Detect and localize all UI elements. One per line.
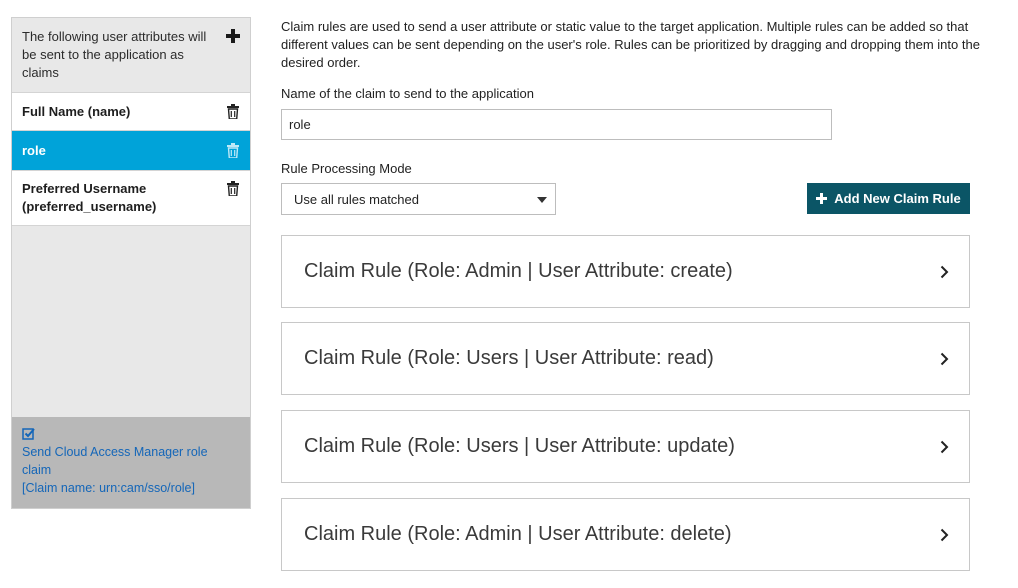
chevron-right-icon — [940, 528, 949, 542]
attributes-header-text: The following user attributes will be se… — [22, 29, 207, 80]
rule-processing-mode-select[interactable]: Use all rules matched — [281, 183, 556, 215]
rule-processing-mode-label: Rule Processing Mode — [281, 161, 412, 176]
claim-rule-title: Claim Rule (Role: Admin | User Attribute… — [304, 260, 733, 282]
chevron-right-icon — [940, 352, 949, 366]
plus-icon — [816, 193, 828, 204]
claim-name-input[interactable] — [281, 109, 832, 140]
claim-rule-card[interactable]: Claim Rule (Role: Admin | User Attribute… — [281, 235, 970, 308]
checked-checkbox-icon[interactable] — [22, 427, 36, 441]
attributes-header: The following user attributes will be se… — [12, 18, 250, 92]
attribute-label: Preferred Username (preferred_username) — [22, 181, 157, 214]
attribute-item-role[interactable]: role — [12, 130, 250, 170]
caret-down-icon — [537, 197, 547, 203]
send-role-claim-link[interactable]: Send Cloud Access Manager role claim — [22, 443, 240, 479]
attribute-item-preferred-username[interactable]: Preferred Username (preferred_username) — [12, 170, 250, 226]
claims-attribute-panel: The following user attributes will be se… — [11, 17, 251, 509]
claim-rule-card[interactable]: Claim Rule (Role: Users | User Attribute… — [281, 322, 970, 395]
chevron-right-icon — [940, 265, 949, 279]
trash-icon[interactable] — [227, 143, 239, 158]
attribute-label: role — [22, 143, 46, 158]
plus-icon[interactable] — [225, 28, 241, 44]
claim-rule-title: Claim Rule (Role: Admin | User Attribute… — [304, 523, 732, 545]
claim-rule-title: Claim Rule (Role: Users | User Attribute… — [304, 347, 714, 369]
add-new-claim-rule-button[interactable]: Add New Claim Rule — [807, 183, 970, 214]
add-new-claim-rule-label: Add New Claim Rule — [834, 191, 961, 206]
claim-rule-card[interactable]: Claim Rule (Role: Users | User Attribute… — [281, 410, 970, 483]
role-claim-footer: Send Cloud Access Manager role claim [Cl… — [12, 417, 250, 508]
attribute-item-full-name[interactable]: Full Name (name) — [12, 92, 250, 130]
claim-rules-description: Claim rules are used to send a user attr… — [281, 19, 980, 70]
attribute-label: Full Name (name) — [22, 104, 131, 119]
claim-rule-card[interactable]: Claim Rule (Role: Admin | User Attribute… — [281, 498, 970, 571]
trash-icon[interactable] — [227, 181, 239, 196]
rule-processing-mode-value: Use all rules matched — [294, 191, 419, 207]
claim-name-label: Name of the claim to send to the applica… — [281, 86, 534, 101]
chevron-right-icon — [940, 440, 949, 454]
role-claim-name: [Claim name: urn:cam/sso/role] — [22, 481, 195, 495]
trash-icon[interactable] — [227, 104, 239, 119]
claim-rule-title: Claim Rule (Role: Users | User Attribute… — [304, 435, 735, 457]
